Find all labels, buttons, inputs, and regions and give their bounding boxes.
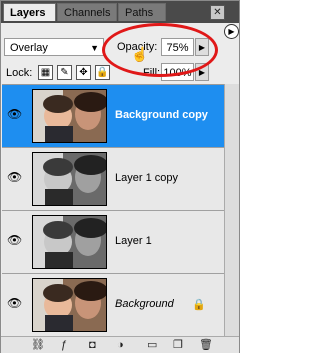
layer-row[interactable]: 👁 Layer 1: [2, 211, 224, 274]
layer-mask-icon[interactable]: ◘: [89, 338, 96, 352]
new-group-icon[interactable]: ▭: [147, 338, 157, 352]
layer-name[interactable]: Background: [115, 296, 174, 312]
bottom-toolbar: ⛓ ƒ ◘ ◑ ▭ ❐ 🗑: [1, 336, 239, 353]
layer-name[interactable]: Layer 1 copy: [115, 170, 178, 186]
lock-icon: 🔒: [192, 299, 206, 311]
layers-panel: Layers Channels Paths ✕ ▶ Overlay ▼ Opac…: [0, 0, 240, 353]
highlight-ellipse: [102, 23, 218, 77]
layer-thumbnail: [32, 89, 107, 143]
layer-style-icon[interactable]: ƒ: [61, 338, 67, 352]
eye-icon[interactable]: 👁: [7, 170, 22, 184]
delete-layer-icon[interactable]: 🗑: [199, 338, 213, 352]
layer-thumbnail: [32, 215, 107, 269]
layers-list: 👁 Background copy 👁 Layer 1 copy 👁 Layer…: [2, 84, 239, 337]
lock-all-icon[interactable]: 🔒: [95, 65, 110, 80]
blend-mode-select[interactable]: Overlay ▼: [4, 38, 104, 56]
tab-channels[interactable]: Channels: [57, 3, 117, 21]
chevron-down-icon: ▼: [90, 43, 99, 53]
layer-row[interactable]: 👁 Background 🔒: [2, 274, 224, 337]
layer-name[interactable]: Background copy: [115, 107, 208, 123]
layer-row[interactable]: 👁 Background copy: [2, 85, 224, 148]
panel-menu-icon[interactable]: ▶: [224, 24, 239, 39]
layer-row[interactable]: 👁 Layer 1 copy: [2, 148, 224, 211]
hand-cursor-icon: ☝: [131, 46, 149, 62]
new-layer-icon[interactable]: ❐: [173, 338, 183, 352]
lock-label: Lock:: [6, 67, 33, 79]
layer-thumbnail: [32, 152, 107, 206]
adjustment-layer-icon[interactable]: ◑: [117, 338, 124, 352]
layer-name[interactable]: Layer 1: [115, 233, 152, 249]
panel-tab-strip: Layers Channels Paths ✕: [1, 1, 239, 23]
lock-image-icon[interactable]: ✎: [57, 65, 72, 80]
blend-mode-value: Overlay: [10, 42, 48, 54]
eye-icon[interactable]: 👁: [7, 233, 22, 247]
eye-icon[interactable]: 👁: [7, 296, 22, 310]
close-icon[interactable]: ✕: [210, 5, 225, 20]
lock-transparent-icon[interactable]: ▦: [38, 65, 53, 80]
scrollbar[interactable]: [224, 84, 239, 336]
tab-layers[interactable]: Layers: [3, 3, 56, 21]
link-layers-icon[interactable]: ⛓: [31, 338, 45, 352]
eye-icon[interactable]: 👁: [7, 107, 22, 121]
lock-position-icon[interactable]: ✥: [76, 65, 91, 80]
layer-thumbnail: [32, 278, 107, 332]
tab-paths[interactable]: Paths: [118, 3, 166, 21]
